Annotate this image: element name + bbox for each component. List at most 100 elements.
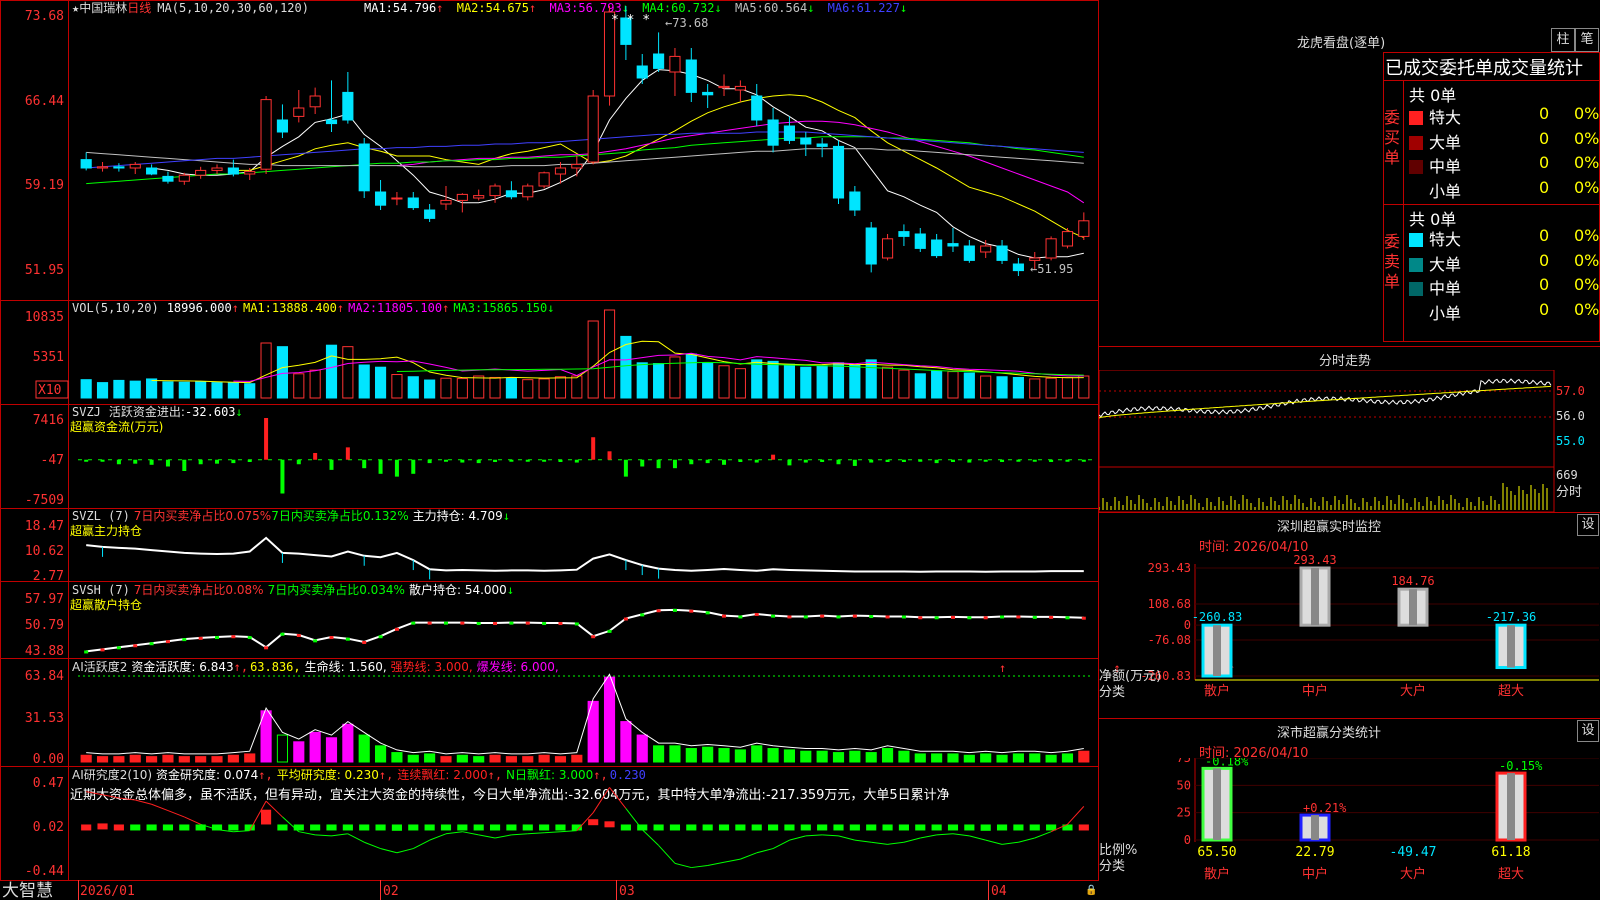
candle xyxy=(325,119,338,125)
svzl-panel xyxy=(86,536,1084,580)
ai2-line-seg xyxy=(380,848,398,854)
svg-text:5351: 5351 xyxy=(33,350,64,365)
order-type: 大单 xyxy=(1429,132,1462,152)
volume-bar xyxy=(751,359,763,399)
sz-bar-shade xyxy=(1311,568,1319,626)
candle xyxy=(702,91,714,96)
svzj-bar xyxy=(705,459,710,464)
ai1-bar xyxy=(407,754,419,763)
ai2-line-seg xyxy=(233,830,250,833)
svzj-bar xyxy=(1049,459,1054,462)
lhb-title: 龙虎看盘(逐单) xyxy=(1297,36,1386,51)
ai2-bar xyxy=(980,824,991,831)
candlestick-panel xyxy=(80,6,1090,276)
svg-text:73.68: 73.68 xyxy=(25,9,64,24)
svzj-bar xyxy=(901,459,906,462)
ai2-line-seg xyxy=(822,834,839,837)
candle xyxy=(129,163,141,169)
intraday-chart[interactable]: 57.0 56.0 55.0 669 分时 xyxy=(1099,370,1600,512)
ai2-note: 近期大资金总体偏多，虽不活跃，但有异动，宜关注大资金的持续性，今日大单净流出:-… xyxy=(70,787,950,803)
svsh-tick xyxy=(427,621,432,625)
candle xyxy=(832,145,845,199)
cls-bar-shade xyxy=(1507,773,1515,840)
ai2-bar xyxy=(653,824,664,831)
cls-value-label: -49.47 xyxy=(1390,845,1437,860)
tick-mode-button[interactable]: 笔 xyxy=(1575,28,1599,52)
order-pct: 0% xyxy=(1574,299,1600,319)
ai1-bar xyxy=(374,745,387,763)
svsh-tick xyxy=(509,621,514,625)
svzj-bar xyxy=(247,459,252,462)
ai2-line-seg xyxy=(641,829,659,846)
order-pct: 0% xyxy=(1574,275,1600,294)
volume-bar xyxy=(1078,375,1090,399)
svg-text:-0.44: -0.44 xyxy=(25,864,64,879)
svzj-bar xyxy=(329,459,334,470)
ai2-line-seg xyxy=(936,833,954,836)
order-row: 小单 0 0% xyxy=(1409,177,1599,201)
ai2-line-seg xyxy=(740,852,757,860)
volume-bar xyxy=(309,369,321,399)
candle xyxy=(881,238,894,259)
cls-value-label: 61.18 xyxy=(1491,845,1530,860)
svzj-bar xyxy=(264,418,269,460)
order-type: 中单 xyxy=(1429,279,1462,298)
order-row: 特大 0 0% xyxy=(1409,226,1599,249)
order-count: 0 xyxy=(1539,128,1550,148)
ai2-line-seg xyxy=(887,841,904,845)
volume-bar xyxy=(96,382,109,399)
color-swatch xyxy=(1409,185,1423,199)
ai1-bar xyxy=(505,756,517,763)
svg-text:63.84: 63.84 xyxy=(25,669,64,684)
right-panel: 龙虎看盘(逐单) 柱 笔 已成交委托单成交量统计 委买单 共 0单 特大 0 0% 大… xyxy=(1099,0,1600,900)
svzj-bar xyxy=(689,459,694,465)
ai2-bar xyxy=(522,824,533,831)
svsh-tick xyxy=(934,616,939,620)
order-count: 0 xyxy=(1539,226,1550,245)
candle xyxy=(211,167,223,171)
sz-monitor-chart: 293.43108.680-76.08-260.83-260.83散户293.4… xyxy=(1099,553,1599,700)
volume-bar xyxy=(898,369,910,399)
ai1-bar xyxy=(996,754,1008,763)
sz-bar-label: 293.43 xyxy=(1293,553,1336,567)
lock-icon[interactable]: 🔒 xyxy=(1085,884,1097,896)
cls-category: 大户 xyxy=(1400,866,1426,882)
cls-change-label: -0.18% xyxy=(1205,758,1249,768)
svzj-bar xyxy=(1016,459,1021,462)
ai2-line-seg xyxy=(838,835,855,841)
order-count: 0 xyxy=(1539,177,1550,197)
svg-text:59.19: 59.19 xyxy=(25,178,64,193)
svsh-tick xyxy=(967,616,972,620)
ai2-bar xyxy=(244,824,255,831)
order-row: 中单 0 0% xyxy=(1409,153,1599,176)
ai1-bar xyxy=(522,756,534,763)
candle xyxy=(538,172,550,187)
svsh-tick xyxy=(493,622,498,626)
sz-bar-label: -260.83 xyxy=(1192,610,1243,624)
ai2-line-seg xyxy=(511,833,528,836)
sz-settings-button[interactable]: 设 xyxy=(1577,514,1599,536)
ai2-line-seg xyxy=(494,834,512,839)
cls-settings-button[interactable]: 设 xyxy=(1577,720,1599,742)
svsh-tick xyxy=(623,617,628,621)
ai1-bar xyxy=(865,752,877,763)
volume-bar xyxy=(260,342,272,399)
order-pct: 0% xyxy=(1574,250,1600,270)
bar-mode-button[interactable]: 柱 xyxy=(1551,28,1575,52)
svzj-bar xyxy=(640,459,645,467)
ai2-line-seg xyxy=(364,841,381,850)
volume-bar xyxy=(718,365,730,399)
order-row: 小单 0 0% xyxy=(1409,299,1600,323)
ai2-line-seg xyxy=(347,833,365,843)
svzj-bar xyxy=(1032,459,1037,462)
svsh-tick xyxy=(820,614,825,618)
svzl-line xyxy=(86,536,1084,573)
candle xyxy=(1061,231,1074,247)
svzj-bar xyxy=(623,459,628,477)
cls-y-tick: 75 xyxy=(1177,758,1191,765)
candle xyxy=(800,137,812,145)
svzj-bar xyxy=(672,459,677,469)
divider xyxy=(1099,346,1600,347)
ai2-bar xyxy=(1013,824,1024,831)
candle xyxy=(636,65,648,79)
